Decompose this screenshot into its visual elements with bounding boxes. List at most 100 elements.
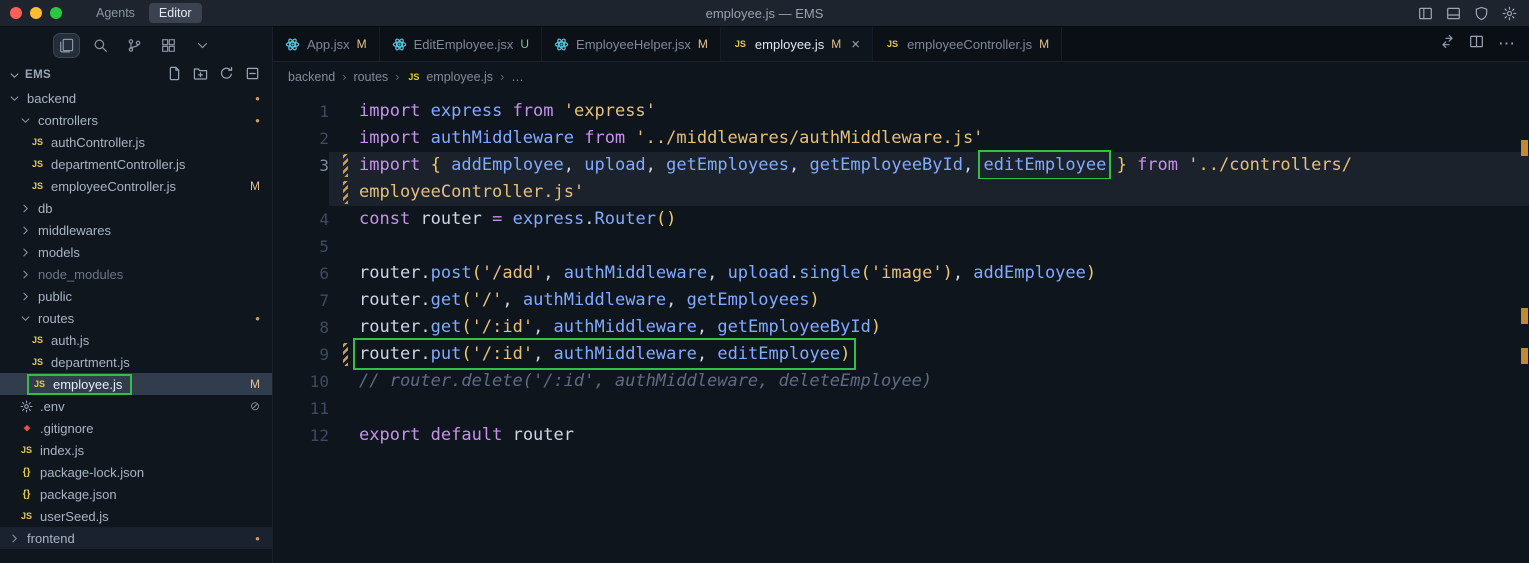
- tree-item-backend[interactable]: backend ●: [0, 87, 272, 109]
- chevron-down-icon: [19, 312, 32, 325]
- explorer-header[interactable]: EMS: [0, 63, 272, 87]
- tree-item-employeecontroller-js[interactable]: JS employeeController.js M: [0, 175, 272, 197]
- breadcrumb-separator: ›: [500, 70, 505, 84]
- line-number: 8: [319, 318, 329, 337]
- tab-label: employee.js: [754, 36, 825, 52]
- code-line-2[interactable]: 2 import authMiddleware from '../middlewa…: [273, 125, 1529, 152]
- tab-label: App.jsx: [307, 36, 350, 52]
- tab-editemployee-jsx[interactable]: EditEmployee.jsx U: [379, 27, 543, 61]
- code-text: router.put('/:id', authMiddleware, editE…: [352, 338, 1529, 370]
- tree-item-package-lock-json[interactable]: {} package-lock.json: [0, 461, 272, 483]
- compare-button[interactable]: [1440, 34, 1455, 54]
- line-number: 11: [309, 399, 329, 418]
- breadcrumb-ellipsis[interactable]: …: [511, 70, 524, 84]
- breadcrumb: backend › routes › JS employee.js ›…: [273, 62, 1529, 92]
- gutter: [329, 233, 359, 260]
- tree-item-label: frontend: [27, 530, 75, 546]
- tree-item-db[interactable]: db: [0, 197, 272, 219]
- tree-item-employee-js[interactable]: JS employee.js M: [0, 373, 272, 395]
- source-control-button[interactable]: [122, 34, 147, 57]
- tree-item-env[interactable]: .env ⊘: [0, 395, 272, 417]
- tab-app-jsx[interactable]: App.jsx M: [273, 27, 380, 61]
- new-folder-button[interactable]: [193, 66, 208, 84]
- code-line-11[interactable]: 11: [273, 395, 1529, 422]
- tree-item-models[interactable]: models: [0, 241, 272, 263]
- code-line-7[interactable]: 7 router.get('/', authMiddleware, getEmpl…: [273, 287, 1529, 314]
- code-line-1[interactable]: 1 import express from 'express': [273, 98, 1529, 125]
- modified-dot: ●: [255, 533, 260, 543]
- tree-item-controllers[interactable]: controllers ●: [0, 109, 272, 131]
- tree-item-package-json[interactable]: {} package.json: [0, 483, 272, 505]
- js-file-icon: JS: [31, 181, 43, 191]
- gutter: [329, 125, 359, 152]
- close-tab-icon[interactable]: ×: [851, 36, 860, 53]
- breadcrumb-employee-js[interactable]: JS employee.js: [406, 70, 493, 84]
- code-line-3[interactable]: 3 import { addEmployee, upload, getEmploy…: [273, 150, 1529, 180]
- collapse-all-button[interactable]: [245, 66, 260, 84]
- tree-item-authcontroller-js[interactable]: JS authController.js: [0, 131, 272, 153]
- code-line-wrap[interactable]: employeeController.js': [273, 179, 1529, 206]
- line-number: 7: [319, 291, 329, 310]
- breadcrumb-routes[interactable]: routes: [353, 70, 388, 84]
- more-button[interactable]: ⋯: [1498, 35, 1515, 54]
- code-line-5[interactable]: 5: [273, 233, 1529, 260]
- tree-item-public[interactable]: public: [0, 285, 272, 307]
- layout-panel-button[interactable]: [1446, 6, 1461, 21]
- gutter: [329, 98, 359, 125]
- explorer-button[interactable]: [53, 32, 80, 58]
- line-number: 5: [319, 237, 329, 256]
- layout-sidebar-icon: [1418, 6, 1433, 21]
- gutter: [329, 314, 359, 341]
- tree-item-gitignore[interactable]: .gitignore: [0, 417, 272, 439]
- js-file-icon: JS: [734, 39, 746, 49]
- tab-employeecontroller-js[interactable]: JS employeeController.js M: [873, 27, 1063, 61]
- line-number: 6: [319, 264, 329, 283]
- code-line-12[interactable]: 12 export default router: [273, 422, 1529, 449]
- editor-tab[interactable]: Editor: [148, 3, 202, 23]
- code-line-10[interactable]: 10 // router.delete('/:id', authMiddlewar…: [273, 368, 1529, 395]
- tree-item-routes[interactable]: routes ●: [0, 307, 272, 329]
- js-file-icon: JS: [33, 379, 45, 389]
- main-area: EMS backend ● controllers ● JS authController…: [0, 27, 1529, 563]
- titlebar: Agents Editor employee.js — EMS: [0, 0, 1529, 27]
- modified-dot: ●: [255, 93, 260, 103]
- split-editor-button[interactable]: [1469, 34, 1484, 54]
- code-line-9[interactable]: 9 router.put('/:id', authMiddleware, edit…: [273, 338, 1529, 370]
- code-line-4[interactable]: 4 const router = express.Router(): [273, 206, 1529, 233]
- gutter: [329, 395, 359, 422]
- tree-item-label: department.js: [51, 354, 130, 370]
- tab-employeehelper-jsx[interactable]: EmployeeHelper.jsx M: [542, 27, 721, 61]
- gutter: [329, 422, 359, 449]
- explorer-title: EMS: [25, 69, 52, 81]
- search-button[interactable]: [88, 34, 113, 57]
- tree-item-label: userSeed.js: [40, 508, 109, 524]
- modified-badge: M: [250, 377, 260, 391]
- chevron-right-icon: [19, 202, 32, 215]
- tab-employee-js[interactable]: JS employee.js M ×: [720, 27, 874, 61]
- sidebar: EMS backend ● controllers ● JS authController…: [0, 27, 273, 563]
- tree-item-auth-js[interactable]: JS auth.js: [0, 329, 272, 351]
- tree-item-label: db: [38, 200, 53, 216]
- tree-item-department-js[interactable]: JS department.js: [0, 351, 272, 373]
- code-text: // router.delete('/:id', authMiddleware,…: [359, 371, 933, 391]
- breadcrumb-backend[interactable]: backend: [288, 70, 335, 84]
- tree-item-userseed-js[interactable]: JS userSeed.js: [0, 505, 272, 527]
- tree-item-node-modules[interactable]: node_modules: [0, 263, 272, 285]
- chevron-down-button[interactable]: [190, 34, 215, 57]
- layout-sidebar-button[interactable]: [1418, 6, 1433, 21]
- settings-gear-button[interactable]: [1502, 6, 1517, 21]
- code-line-8[interactable]: 8 router.get('/:id', authMiddleware, getE…: [273, 314, 1529, 341]
- extensions-button[interactable]: [156, 34, 181, 57]
- line-number: 2: [319, 129, 329, 148]
- tree-item-frontend[interactable]: frontend ●: [0, 527, 272, 549]
- tree-item-departmentcontroller-js[interactable]: JS departmentController.js: [0, 153, 272, 175]
- tree-item-middlewares[interactable]: middlewares: [0, 219, 272, 241]
- refresh-button[interactable]: [219, 66, 234, 84]
- code-editor[interactable]: 1 import express from 'express' 2 import au…: [273, 92, 1529, 449]
- tree-item-index-js[interactable]: JS index.js: [0, 439, 272, 461]
- shield-button[interactable]: [1474, 6, 1489, 21]
- code-line-6[interactable]: 6 router.post('/add', authMiddleware, upl…: [273, 260, 1529, 287]
- new-file-button[interactable]: [167, 66, 182, 84]
- tree-item-label: controllers: [38, 112, 98, 128]
